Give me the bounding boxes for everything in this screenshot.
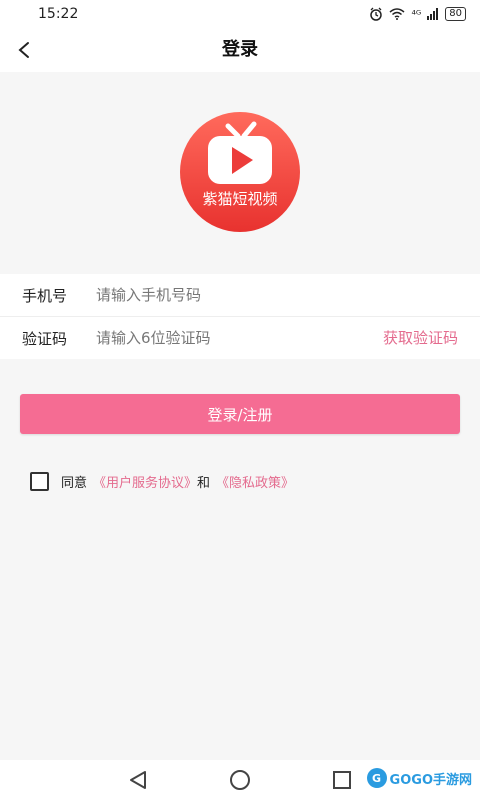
login-form: 手机号 验证码 获取验证码 bbox=[0, 274, 480, 359]
alarm-icon bbox=[370, 7, 383, 21]
code-label: 验证码 bbox=[22, 329, 68, 348]
watermark-text: GOGO手游网 bbox=[389, 772, 472, 788]
square-recents-icon bbox=[333, 771, 351, 789]
status-bar: 15:22 ⁴ᴳ 80 bbox=[0, 0, 480, 28]
nav-home-button[interactable] bbox=[228, 768, 252, 792]
login-register-button[interactable]: 登录/注册 bbox=[20, 394, 460, 434]
agree-and: 和 bbox=[197, 475, 211, 491]
chevron-left-icon bbox=[18, 42, 29, 58]
page-title: 登录 bbox=[222, 39, 258, 60]
watermark-badge: G bbox=[366, 768, 387, 788]
wifi-icon bbox=[389, 8, 405, 20]
header: 登录 bbox=[0, 28, 480, 72]
network-type: ⁴ᴳ bbox=[411, 7, 422, 21]
nav-recents-button[interactable] bbox=[330, 768, 354, 792]
circle-home-icon bbox=[230, 770, 250, 790]
app-logo: 紫猫短视频 bbox=[180, 112, 300, 232]
agree-checkbox[interactable] bbox=[30, 471, 49, 491]
phone-row: 手机号 bbox=[0, 274, 480, 317]
battery-icon: 80 bbox=[445, 7, 466, 21]
nav-back-button[interactable] bbox=[126, 768, 150, 792]
privacy-policy-link[interactable]: 《隐私政策》 bbox=[216, 472, 294, 491]
phone-input[interactable] bbox=[96, 286, 336, 304]
site-watermark: G GOGO手游网 bbox=[366, 768, 472, 788]
code-input[interactable] bbox=[96, 329, 336, 347]
status-icons: ⁴ᴳ 80 bbox=[369, 7, 466, 21]
agree-prefix: 同意 bbox=[61, 475, 88, 491]
triangle-back-icon bbox=[130, 771, 146, 789]
code-row: 验证码 获取验证码 bbox=[0, 317, 480, 359]
user-agreement-link[interactable]: 《用户服务协议》 bbox=[93, 472, 197, 491]
signal-icon bbox=[427, 8, 439, 20]
agreement-row: 同意 《用户服务协议》 和 《隐私政策》 bbox=[30, 470, 294, 492]
get-code-button[interactable]: 获取验证码 bbox=[383, 317, 458, 359]
logo-label: 紫猫短视频 bbox=[202, 190, 277, 208]
back-button[interactable] bbox=[8, 34, 40, 66]
status-time: 15:22 bbox=[38, 6, 79, 22]
phone-label: 手机号 bbox=[22, 286, 68, 305]
